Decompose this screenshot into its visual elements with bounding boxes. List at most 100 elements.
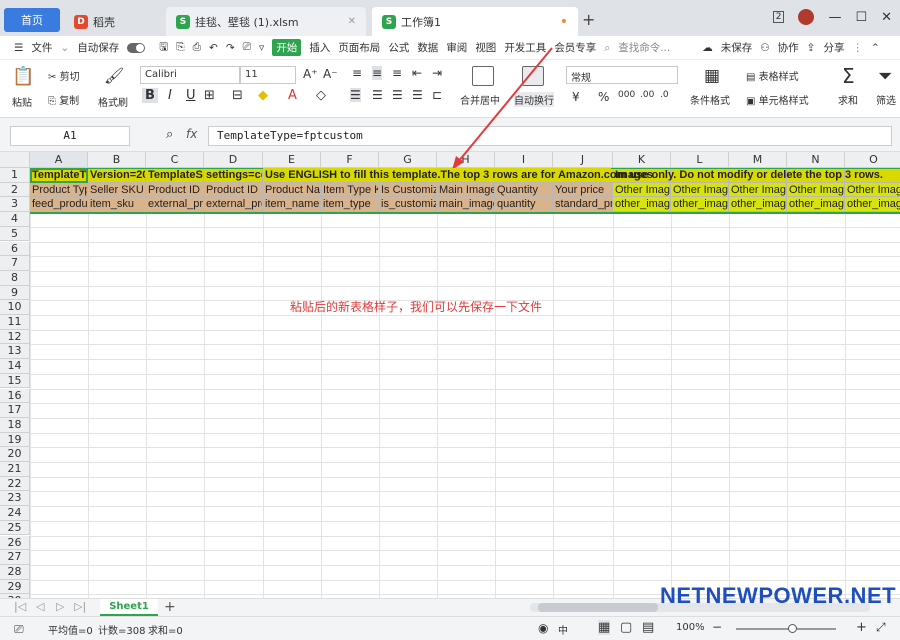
row-header[interactable]: 6 — [0, 241, 30, 257]
column-header-d[interactable]: D — [204, 152, 263, 168]
input-method[interactable]: 中 — [558, 622, 568, 637]
cell-style-button[interactable]: ▣ 单元格样式 — [746, 92, 809, 107]
sum-button[interactable]: 求和 — [838, 92, 858, 107]
fx-button[interactable]: fx — [186, 127, 197, 141]
table-cell[interactable]: other_image_url2 — [671, 197, 729, 213]
name-box[interactable]: A1 — [10, 126, 130, 146]
row-header[interactable]: 26 — [0, 535, 30, 551]
unsaved-label[interactable]: 未保存 — [721, 40, 753, 55]
zoom-in-button[interactable]: + — [856, 620, 867, 635]
row-header[interactable]: 8 — [0, 270, 30, 286]
eye-icon[interactable]: ◉ — [538, 621, 548, 635]
filter-button[interactable]: 筛选 — [876, 92, 896, 107]
table-cell[interactable]: other_image_url5 — [845, 197, 900, 213]
italic-button[interactable]: I — [168, 88, 172, 103]
row-header[interactable]: 25 — [0, 520, 30, 536]
table-cell[interactable]: Version=20 — [88, 168, 146, 183]
column-header-n[interactable]: N — [787, 152, 845, 168]
avatar[interactable] — [798, 9, 815, 25]
tab-count-icon[interactable]: 2 — [772, 11, 785, 23]
indent-decrease-icon[interactable]: ⇤ — [412, 66, 422, 80]
table-cell[interactable]: Product Type — [30, 182, 88, 198]
align-left-icon[interactable]: ☰ — [350, 88, 361, 102]
row-header[interactable]: 4 — [0, 212, 30, 227]
zoom-icon[interactable]: ⌕ — [166, 127, 173, 142]
column-header-c[interactable]: C — [146, 152, 204, 168]
font-size-select[interactable]: 11 — [240, 66, 296, 84]
minimize-button[interactable]: — — [828, 10, 841, 25]
more-icon[interactable]: ▿ — [259, 42, 264, 54]
table-cell[interactable]: TemplateSig — [146, 168, 204, 183]
redo-icon[interactable]: ↷ — [226, 42, 235, 54]
menu-data[interactable]: 数据 — [417, 40, 438, 55]
row-header[interactable]: 24 — [0, 506, 30, 521]
row-header[interactable]: 15 — [0, 373, 30, 389]
table-cell[interactable]: other_image_url4 — [787, 197, 845, 213]
row-header[interactable]: 2 — [0, 182, 30, 198]
table-cell[interactable]: Quantity — [495, 182, 553, 198]
sheet-tab[interactable]: Sheet1 — [100, 599, 158, 616]
close-window-button[interactable]: ✕ — [881, 10, 892, 25]
decimal-decrease-icon[interactable]: .0 — [660, 90, 669, 100]
autosave-toggle[interactable] — [127, 42, 146, 53]
table-cell[interactable]: item_type — [321, 197, 379, 213]
table-cell[interactable]: Other Image URL — [845, 182, 900, 198]
align-middle-icon[interactable]: ≡ — [372, 66, 383, 80]
row-header[interactable]: 9 — [0, 285, 30, 301]
font-color-icon[interactable]: A — [288, 88, 297, 103]
currency-icon[interactable]: ¥ — [572, 90, 580, 104]
align-center-icon[interactable]: ☰ — [372, 88, 383, 102]
row-header[interactable]: 18 — [0, 417, 30, 433]
table-cell[interactable]: Main Image URL — [437, 182, 495, 198]
paste-icon[interactable]: 📋 — [12, 66, 34, 87]
select-all-corner[interactable] — [0, 152, 30, 168]
menu-page-layout[interactable]: 页面布局 — [338, 40, 380, 55]
page-layout-view-icon[interactable]: ▢ — [620, 620, 632, 635]
table-cell[interactable]: external_product_id — [146, 197, 204, 213]
font-shrink-icon[interactable]: A⁻ — [323, 67, 338, 81]
menu-formulas[interactable]: 公式 — [388, 40, 409, 55]
row-header[interactable]: 22 — [0, 476, 30, 492]
table-cell[interactable]: Is Customizable — [379, 182, 437, 198]
tab-file-xlsm[interactable]: S 挂毯、壁毯 (1).xlsm ✕ — [166, 7, 366, 36]
table-cell[interactable]: Use ENGLISH to fill this template.The to… — [263, 168, 883, 183]
underline-button[interactable]: U — [186, 88, 196, 103]
normal-view-icon[interactable]: ▦ — [598, 620, 611, 635]
table-cell[interactable]: is_customizable — [379, 197, 437, 213]
row-header[interactable]: 5 — [0, 226, 30, 242]
next-sheet-icon[interactable]: ▷ — [56, 600, 64, 613]
table-cell[interactable]: other_image_url1 — [613, 197, 671, 213]
align-top-icon[interactable]: ≡ — [352, 66, 362, 80]
spreadsheet-grid[interactable]: A B C D E F G H I J K L M N O 1 2 3 4 5 6 7 8 9 10 11 12 13 14 15 16 17… — [0, 152, 900, 598]
collab-button[interactable]: 协作 — [778, 40, 799, 55]
row-header[interactable]: 27 — [0, 550, 30, 565]
fill-style-icon[interactable]: ⊟ — [232, 88, 243, 103]
column-header-h[interactable]: H — [437, 152, 495, 168]
menu-developer[interactable]: 开发工具 — [504, 40, 546, 55]
number-format-select[interactable]: 常规 — [566, 66, 678, 84]
new-tab-button[interactable]: + — [582, 10, 595, 29]
formula-input[interactable]: TemplateType=fptcustom — [208, 126, 892, 146]
align-right-icon[interactable]: ☰ — [392, 88, 403, 102]
table-cell[interactable]: Product Name — [263, 182, 321, 198]
distribute-icon[interactable]: ⊏ — [432, 88, 442, 102]
merge-icon[interactable] — [472, 66, 494, 86]
table-cell[interactable]: quantity — [495, 197, 553, 213]
table-cell[interactable]: other_image_url3 — [729, 197, 787, 213]
menu-start[interactable]: 开始 — [272, 39, 302, 56]
table-cell[interactable]: Other Image URL — [671, 182, 729, 198]
align-bottom-icon[interactable]: ≡ — [392, 66, 402, 80]
paste-button[interactable]: 粘贴 — [12, 94, 32, 109]
decimal-increase-icon[interactable]: .00 — [640, 90, 654, 100]
undo-icon[interactable]: ↶ — [209, 42, 218, 54]
hamburger-icon[interactable]: ☰ — [14, 42, 23, 54]
row-header[interactable]: 19 — [0, 432, 30, 448]
share-button[interactable]: 分享 — [823, 40, 844, 55]
table-cell[interactable]: main_image_url — [437, 197, 495, 213]
menu-review[interactable]: 审阅 — [446, 40, 467, 55]
row-header[interactable]: 12 — [0, 329, 30, 345]
table-cell[interactable]: item_name — [263, 197, 321, 213]
percent-icon[interactable]: % — [598, 90, 609, 104]
border-icon[interactable]: ⊞ — [204, 88, 215, 103]
zoom-out-button[interactable]: − — [712, 620, 722, 634]
